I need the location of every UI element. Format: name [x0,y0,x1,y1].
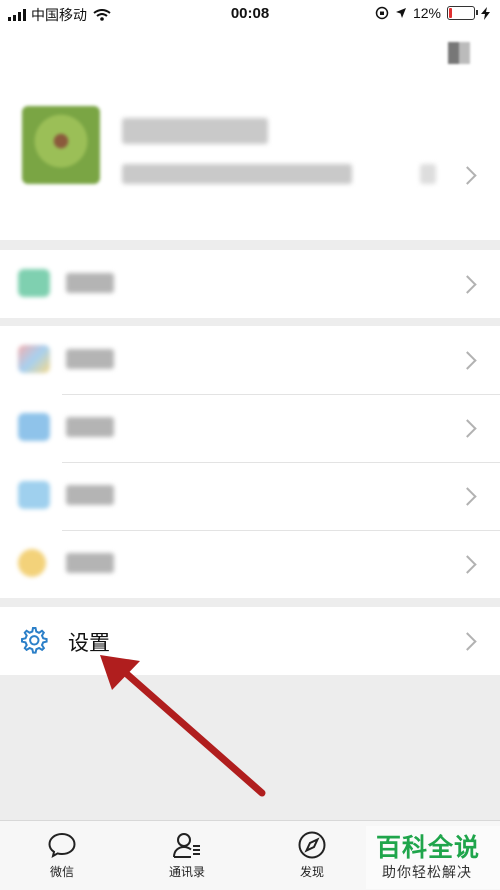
profile-chevron-icon [458,166,477,185]
menu-item-cards[interactable] [0,462,500,530]
menu-label-blurred [66,273,114,293]
tab-discover[interactable]: 发现 [272,829,352,880]
menu-label-blurred [66,553,114,573]
menu-label-blurred [66,485,114,505]
pay-icon [18,269,50,297]
watermark-subtitle: 助你轻松解决 [382,864,472,880]
sticker-smiley-icon [18,549,46,577]
tab-label: 微信 [49,865,74,879]
menu-group-1 [0,250,500,318]
menu-group-2 [0,326,500,598]
menu-item-settings[interactable]: 设置 [0,607,500,675]
menu-item-pay[interactable] [0,250,500,318]
tab-label: 发现 [299,865,324,879]
tab-label: 通讯录 [168,865,205,879]
battery-percent: 12% [412,5,441,21]
cards-icon [18,481,50,509]
chevron-right-icon [458,351,477,370]
chevron-right-icon [458,487,477,506]
wechat-id-blurred [122,164,352,184]
avatar[interactable] [22,106,100,184]
chevron-right-icon [458,632,477,651]
qr-code-icon[interactable] [448,42,470,64]
menu-group-3: 设置 [0,607,500,675]
settings-gear-icon [21,627,48,654]
chat-bubble-icon [48,832,76,858]
compass-icon [298,831,326,859]
location-icon [395,8,406,18]
status-right: 12% [375,5,490,21]
chevron-right-icon [458,555,477,574]
menu-item-album[interactable] [0,394,500,462]
charging-bolt-icon [481,6,490,20]
nickname-blurred [122,118,268,144]
profile-header[interactable] [0,28,500,240]
chevron-right-icon [458,275,477,294]
tab-contacts[interactable]: 通讯录 [147,829,227,880]
orientation-lock-icon [375,6,389,20]
profile-qr-small-blurred [420,164,436,184]
album-icon [18,413,50,441]
settings-label: 设置 [68,632,110,655]
chevron-right-icon [458,419,477,438]
favorites-icon [18,345,50,373]
menu-item-favorites[interactable] [0,326,500,394]
status-bar: 中国移动 00:08 12% [0,0,500,28]
battery-icon [447,6,478,20]
watermark-logo: 百科全说 助你轻松解决 [366,826,500,889]
menu-label-blurred [66,417,114,437]
menu-item-stickers[interactable] [0,530,500,598]
menu-label-blurred [66,349,114,369]
contacts-icon [173,833,200,858]
watermark-title: 百科全说 [376,834,481,862]
tab-chats[interactable]: 微信 [22,829,102,880]
